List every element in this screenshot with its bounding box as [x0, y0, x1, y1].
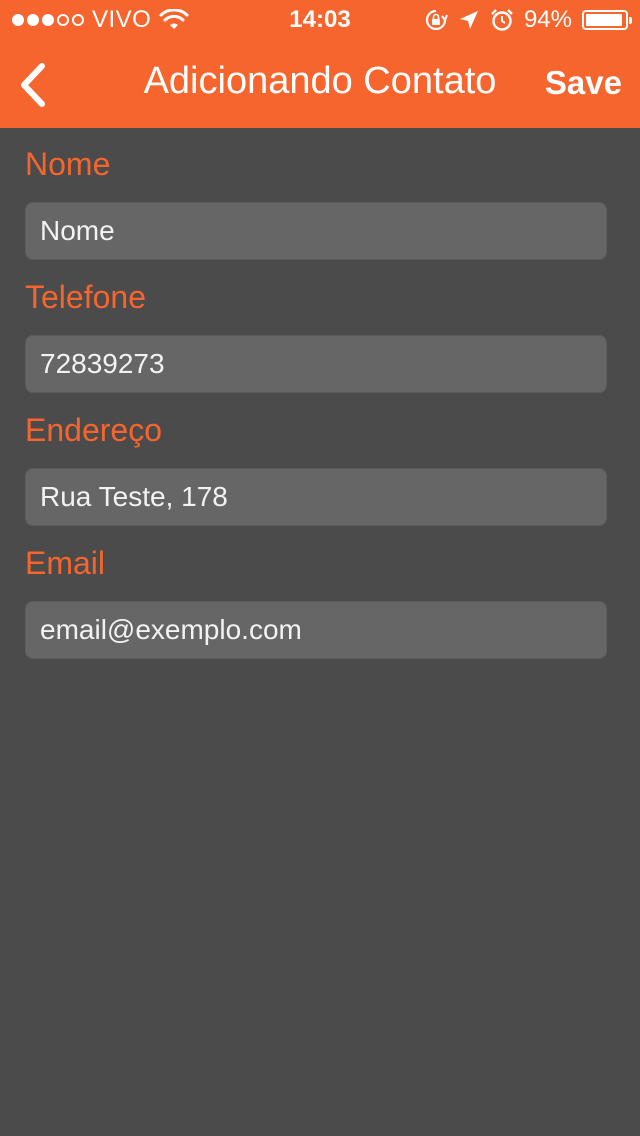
screen: VIVO 14:03 94% Adicionando Contato Save …	[0, 0, 640, 1136]
phone-field[interactable]	[25, 335, 607, 393]
alarm-icon	[491, 9, 513, 31]
battery-percentage: 94%	[523, 6, 572, 33]
location-arrow-icon	[459, 11, 478, 29]
email-field[interactable]	[25, 601, 607, 659]
address-label: Endereço	[25, 412, 162, 448]
name-label: Nome	[25, 146, 111, 182]
save-button[interactable]: Save	[545, 64, 622, 102]
email-label: Email	[25, 545, 106, 581]
name-field[interactable]	[25, 202, 607, 260]
email-input[interactable]	[26, 602, 606, 658]
status-right: 94%	[424, 6, 632, 34]
address-field[interactable]	[25, 468, 607, 526]
status-bar: VIVO 14:03 94%	[0, 0, 640, 40]
name-input[interactable]	[26, 203, 606, 259]
battery-icon	[582, 10, 632, 30]
address-input[interactable]	[26, 469, 606, 525]
top-bar: VIVO 14:03 94% Adicionando Contato Save	[0, 0, 640, 128]
orientation-lock-icon	[425, 9, 448, 31]
phone-input[interactable]	[26, 336, 606, 392]
navigation-bar: Adicionando Contato Save	[0, 40, 640, 128]
phone-label: Telefone	[25, 279, 146, 315]
